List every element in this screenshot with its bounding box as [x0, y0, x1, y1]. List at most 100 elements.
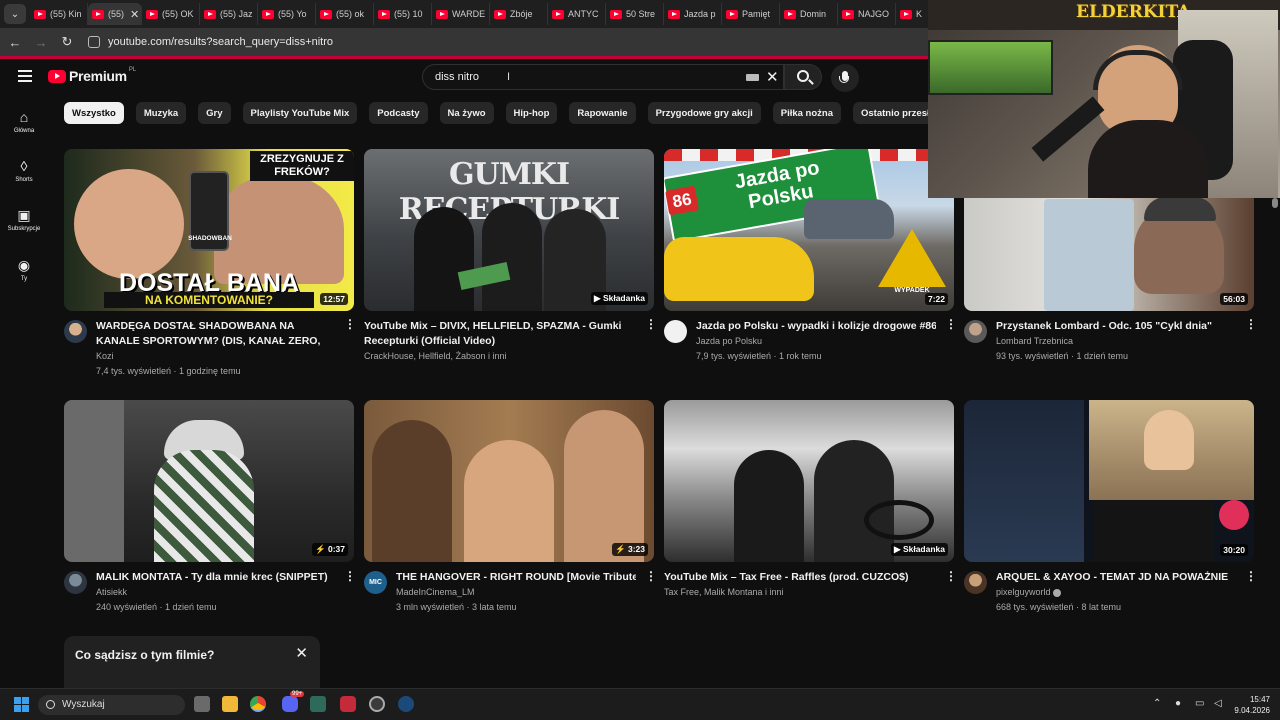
channel-name[interactable]: Jazda po Polsku	[696, 336, 762, 346]
channel-name[interactable]: pixelguyworld	[996, 587, 1062, 597]
filter-chip[interactable]: Rapowanie	[569, 102, 636, 124]
video-thumbnail[interactable]: ⚡ 3:23	[364, 400, 654, 562]
steam-icon[interactable]	[398, 696, 414, 712]
browser-tab[interactable]: (55) OK	[142, 3, 200, 25]
windows-start-icon[interactable]	[14, 697, 29, 712]
browser-tab[interactable]: Jazda p	[664, 3, 722, 25]
video-title[interactable]: MALIK MONTATA - Ty dla mnie krec (SNIPPE…	[96, 570, 336, 585]
youtube-premium-logo[interactable]: Premium PL	[48, 67, 136, 84]
close-tab-icon[interactable]: ✕	[130, 8, 139, 21]
channel-name[interactable]: Lombard Trzebnica	[996, 336, 1073, 346]
channel-avatar[interactable]	[64, 320, 87, 343]
search-button[interactable]	[784, 64, 822, 90]
filter-chip[interactable]: Piłka nożna	[772, 102, 841, 124]
filter-chip[interactable]: Muzyka	[135, 102, 187, 124]
browser-tab[interactable]: (55) ✕	[88, 3, 142, 25]
video-title[interactable]: YouTube Mix – DIVIX, HELLFIELD, SPAZMA -…	[364, 319, 626, 349]
taskbar-clock[interactable]: 15:47 9.04.2026	[1232, 694, 1270, 716]
page-scrollbar[interactable]	[1272, 198, 1278, 208]
video-metadata: 668 tys. wyświetleń · 8 lat temu	[996, 602, 1122, 612]
reload-button[interactable]: ↻	[56, 34, 78, 50]
address-bar-url[interactable]: youtube.com/results?search_query=diss+ni…	[108, 36, 333, 48]
voice-search-button[interactable]	[831, 64, 859, 92]
browser-tab[interactable]: (55) 10	[374, 3, 432, 25]
more-actions-icon[interactable]: ⋮	[344, 318, 356, 330]
more-actions-icon[interactable]: ⋮	[645, 318, 657, 330]
tab-list-menu-button[interactable]: ⌄	[4, 4, 26, 24]
more-actions-icon[interactable]: ⋮	[344, 570, 356, 582]
browser-tab[interactable]: Pamięt	[722, 3, 780, 25]
filter-chip[interactable]: Ostatnio przesłane	[853, 102, 928, 124]
close-icon[interactable]: ✕	[295, 644, 308, 662]
video-thumbnail[interactable]: SHADOWBAN ZREZYGNUJE Z FREKÓW? DOSTAŁ BA…	[64, 149, 354, 311]
video-title[interactable]: YouTube Mix – Tax Free - Raffles (prod. …	[664, 570, 926, 585]
obs-icon[interactable]	[369, 696, 385, 712]
video-thumbnail[interactable]: ▶ Składanka	[664, 400, 954, 562]
browser-tab[interactable]: 50 Stre	[606, 3, 664, 25]
app-icon[interactable]	[340, 696, 356, 712]
channel-avatar[interactable]	[964, 571, 987, 594]
browser-tab[interactable]: (55) ok	[316, 3, 374, 25]
sidebar-item-subscriptions[interactable]: ▣ Subskrypcje	[2, 206, 46, 233]
filter-chip[interactable]: Wszystko	[64, 102, 124, 124]
more-actions-icon[interactable]: ⋮	[645, 570, 657, 582]
channel-name[interactable]: Tax Free, Malik Montana i inni	[664, 587, 784, 597]
site-info-icon[interactable]	[88, 36, 100, 48]
tray-overflow-icon[interactable]: ⌃	[1153, 698, 1161, 709]
more-actions-icon[interactable]: ⋮	[945, 318, 957, 330]
channel-avatar[interactable]: MIC	[364, 571, 387, 594]
channel-name[interactable]: Kozi	[96, 351, 114, 361]
filter-chip[interactable]: Hip-hop	[505, 102, 558, 124]
microphone-tray-icon[interactable]: ●	[1175, 698, 1181, 709]
channel-name[interactable]: MadeInCinema_LM	[396, 587, 475, 597]
video-title[interactable]: WARDĘGA DOSTAŁ SHADOWBANA NA KANALE SPOR…	[96, 319, 336, 349]
search-input[interactable]: diss nitro I ✕	[422, 64, 784, 90]
search-query-text[interactable]: diss nitro	[435, 71, 479, 83]
filter-chip[interactable]: Gry	[198, 102, 231, 124]
channel-name[interactable]: Atisiekk	[96, 587, 127, 597]
file-explorer-icon[interactable]	[222, 696, 238, 712]
more-actions-icon[interactable]: ⋮	[945, 570, 957, 582]
browser-tab[interactable]: (55) Kin	[30, 3, 88, 25]
app-icon[interactable]	[310, 696, 326, 712]
browser-tab[interactable]: WARDE	[432, 3, 490, 25]
chrome-icon[interactable]	[250, 696, 266, 712]
sidebar-item-shorts[interactable]: ◊ Shorts	[2, 157, 46, 183]
forward-button[interactable]: →	[30, 35, 52, 50]
video-thumbnail[interactable]: ⚡ 0:37	[64, 400, 354, 562]
browser-tab[interactable]: Zbóje	[490, 3, 548, 25]
keyboard-icon[interactable]	[746, 74, 759, 81]
channel-avatar[interactable]	[964, 320, 987, 343]
discord-icon[interactable]	[282, 696, 298, 712]
browser-tab[interactable]: NAJGO	[838, 3, 896, 25]
filter-chip[interactable]: Podcasty	[369, 102, 428, 124]
browser-tab[interactable]: Domin	[780, 3, 838, 25]
more-actions-icon[interactable]: ⋮	[1245, 318, 1257, 330]
task-view-icon[interactable]	[194, 696, 210, 712]
network-icon[interactable]: ▭	[1195, 698, 1204, 709]
video-title[interactable]: Przystanek Lombard - Odc. 105 "Cykl dnia…	[996, 319, 1236, 334]
volume-icon[interactable]: ◁	[1214, 698, 1222, 709]
channel-name[interactable]: CrackHouse, Hellfield, Żabson i inni	[364, 351, 507, 361]
video-title[interactable]: Jazda po Polsku - wypadki i kolizje drog…	[696, 319, 936, 334]
video-thumbnail[interactable]: 30:20	[964, 400, 1254, 562]
filter-chip[interactable]: Na żywo	[439, 102, 494, 124]
video-thumbnail[interactable]: 86 Jazda po Polsku WYPADEK 7:22	[664, 149, 954, 311]
clear-search-icon[interactable]: ✕	[766, 68, 779, 86]
video-thumbnail[interactable]: GUMKI RECEPTURKI ▶ Składanka	[364, 149, 654, 311]
more-actions-icon[interactable]: ⋮	[1245, 570, 1257, 582]
browser-tab[interactable]: (55) Jaz	[200, 3, 258, 25]
guide-menu-icon[interactable]	[18, 70, 32, 82]
back-button[interactable]: ←	[4, 35, 26, 50]
video-title[interactable]: ARQUEL & XAYOO - TEMAT JD NA POWAŻNIE	[996, 570, 1236, 585]
sidebar-item-home[interactable]: ⌂ Główna	[2, 108, 46, 134]
video-title[interactable]: THE HANGOVER - RIGHT ROUND [Movie Tribut…	[396, 570, 636, 585]
channel-avatar[interactable]	[664, 320, 687, 343]
filter-chip[interactable]: Przygodowe gry akcji	[647, 102, 761, 124]
browser-tab[interactable]: (55) Yo	[258, 3, 316, 25]
browser-tab[interactable]: ANTYC	[548, 3, 606, 25]
filter-chip[interactable]: Playlisty YouTube Mix	[242, 102, 358, 124]
channel-avatar[interactable]	[64, 571, 87, 594]
taskbar-search-box[interactable]: Wyszukaj	[38, 695, 185, 715]
sidebar-item-you[interactable]: ◉ Ty	[2, 256, 46, 283]
